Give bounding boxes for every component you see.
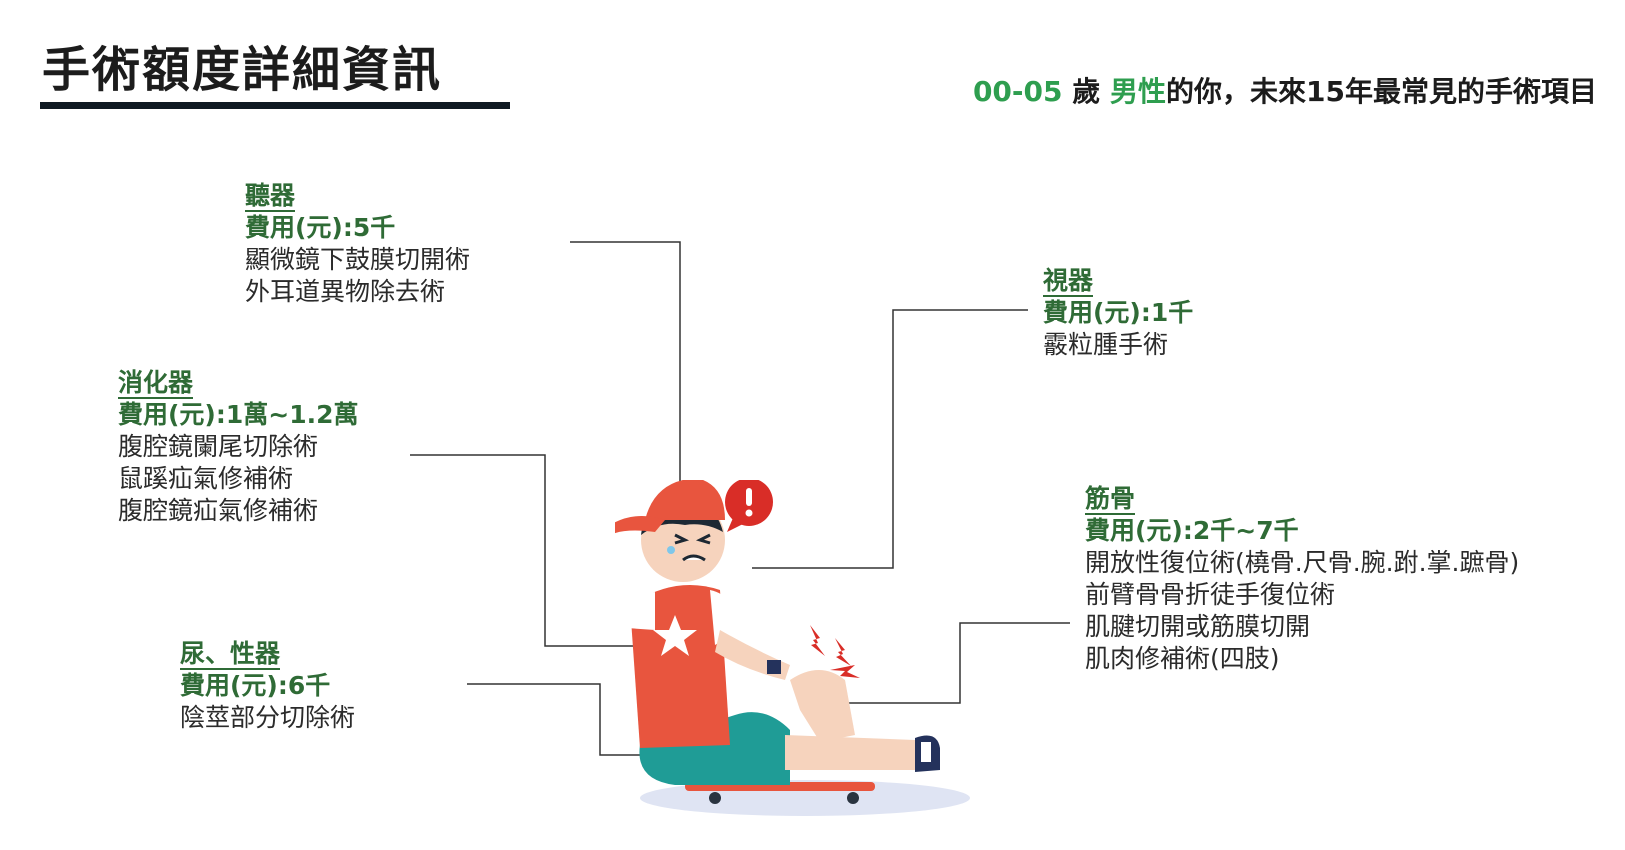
- skateboard-wheel: [847, 792, 859, 804]
- cap: [645, 480, 725, 520]
- bone-cost: 費用(元):2千~7千: [1085, 516, 1299, 545]
- tear: [667, 546, 675, 554]
- urinary-name: 尿、性器: [180, 639, 281, 670]
- digestive-cost: 費用(元):1萬~1.2萬: [118, 400, 359, 429]
- ear-cost: 費用(元):5千: [245, 213, 396, 242]
- digestive-item: 腹腔鏡闌尾切除術: [118, 432, 319, 461]
- digestive-name: 消化器: [118, 368, 194, 399]
- bone-item: 肌肉修補術(四肢): [1085, 644, 1280, 673]
- eye-name: 視器: [1043, 266, 1094, 297]
- bone-item: 前臂骨骨折徒手復位術: [1085, 580, 1336, 609]
- bone-item: 開放性復位術(橈骨.尺骨.腕.跗.掌.蹠骨): [1085, 548, 1520, 577]
- exclamation-bubble-icon: [725, 480, 773, 532]
- eye-cost: 費用(元):1千: [1043, 298, 1194, 327]
- skateboard-wheel: [709, 792, 721, 804]
- digestive-item: 鼠蹊疝氣修補術: [118, 464, 294, 493]
- digestive-block: 消化器 費用(元):1萬~1.2萬 腹腔鏡闌尾切除術 鼠蹊疝氣修補術 腹腔鏡疝氣…: [118, 367, 358, 527]
- ear-name: 聽器: [245, 181, 296, 212]
- bone-block: 筋骨 費用(元):2千~7千 開放性復位術(橈骨.尺骨.腕.跗.掌.蹠骨) 前臂…: [1085, 483, 1519, 675]
- injured-boy-illustration: [615, 480, 970, 816]
- ear-connector: [570, 241, 681, 515]
- urinary-cost: 費用(元):6千: [180, 671, 331, 700]
- bone-name: 筋骨: [1085, 484, 1136, 515]
- knee: [790, 670, 855, 742]
- eye-block: 視器 費用(元):1千 霰粒腫手術: [1043, 265, 1193, 361]
- urinary-item: 陰莖部分切除術: [180, 703, 356, 732]
- urinary-block: 尿、性器 費用(元):6千 陰莖部分切除術: [180, 638, 355, 734]
- wristband: [767, 660, 781, 674]
- digestive-item: 腹腔鏡疝氣修補術: [118, 496, 319, 525]
- ear-block: 聽器 費用(元):5千 顯微鏡下鼓膜切開術 外耳道異物除去術: [245, 180, 470, 308]
- ear-item: 外耳道異物除去術: [245, 277, 446, 306]
- ear-item: 顯微鏡下鼓膜切開術: [245, 245, 471, 274]
- bone-item: 肌腱切開或筋膜切開: [1085, 612, 1311, 641]
- eye-item: 霰粒腫手術: [1043, 330, 1169, 359]
- leg: [785, 735, 920, 770]
